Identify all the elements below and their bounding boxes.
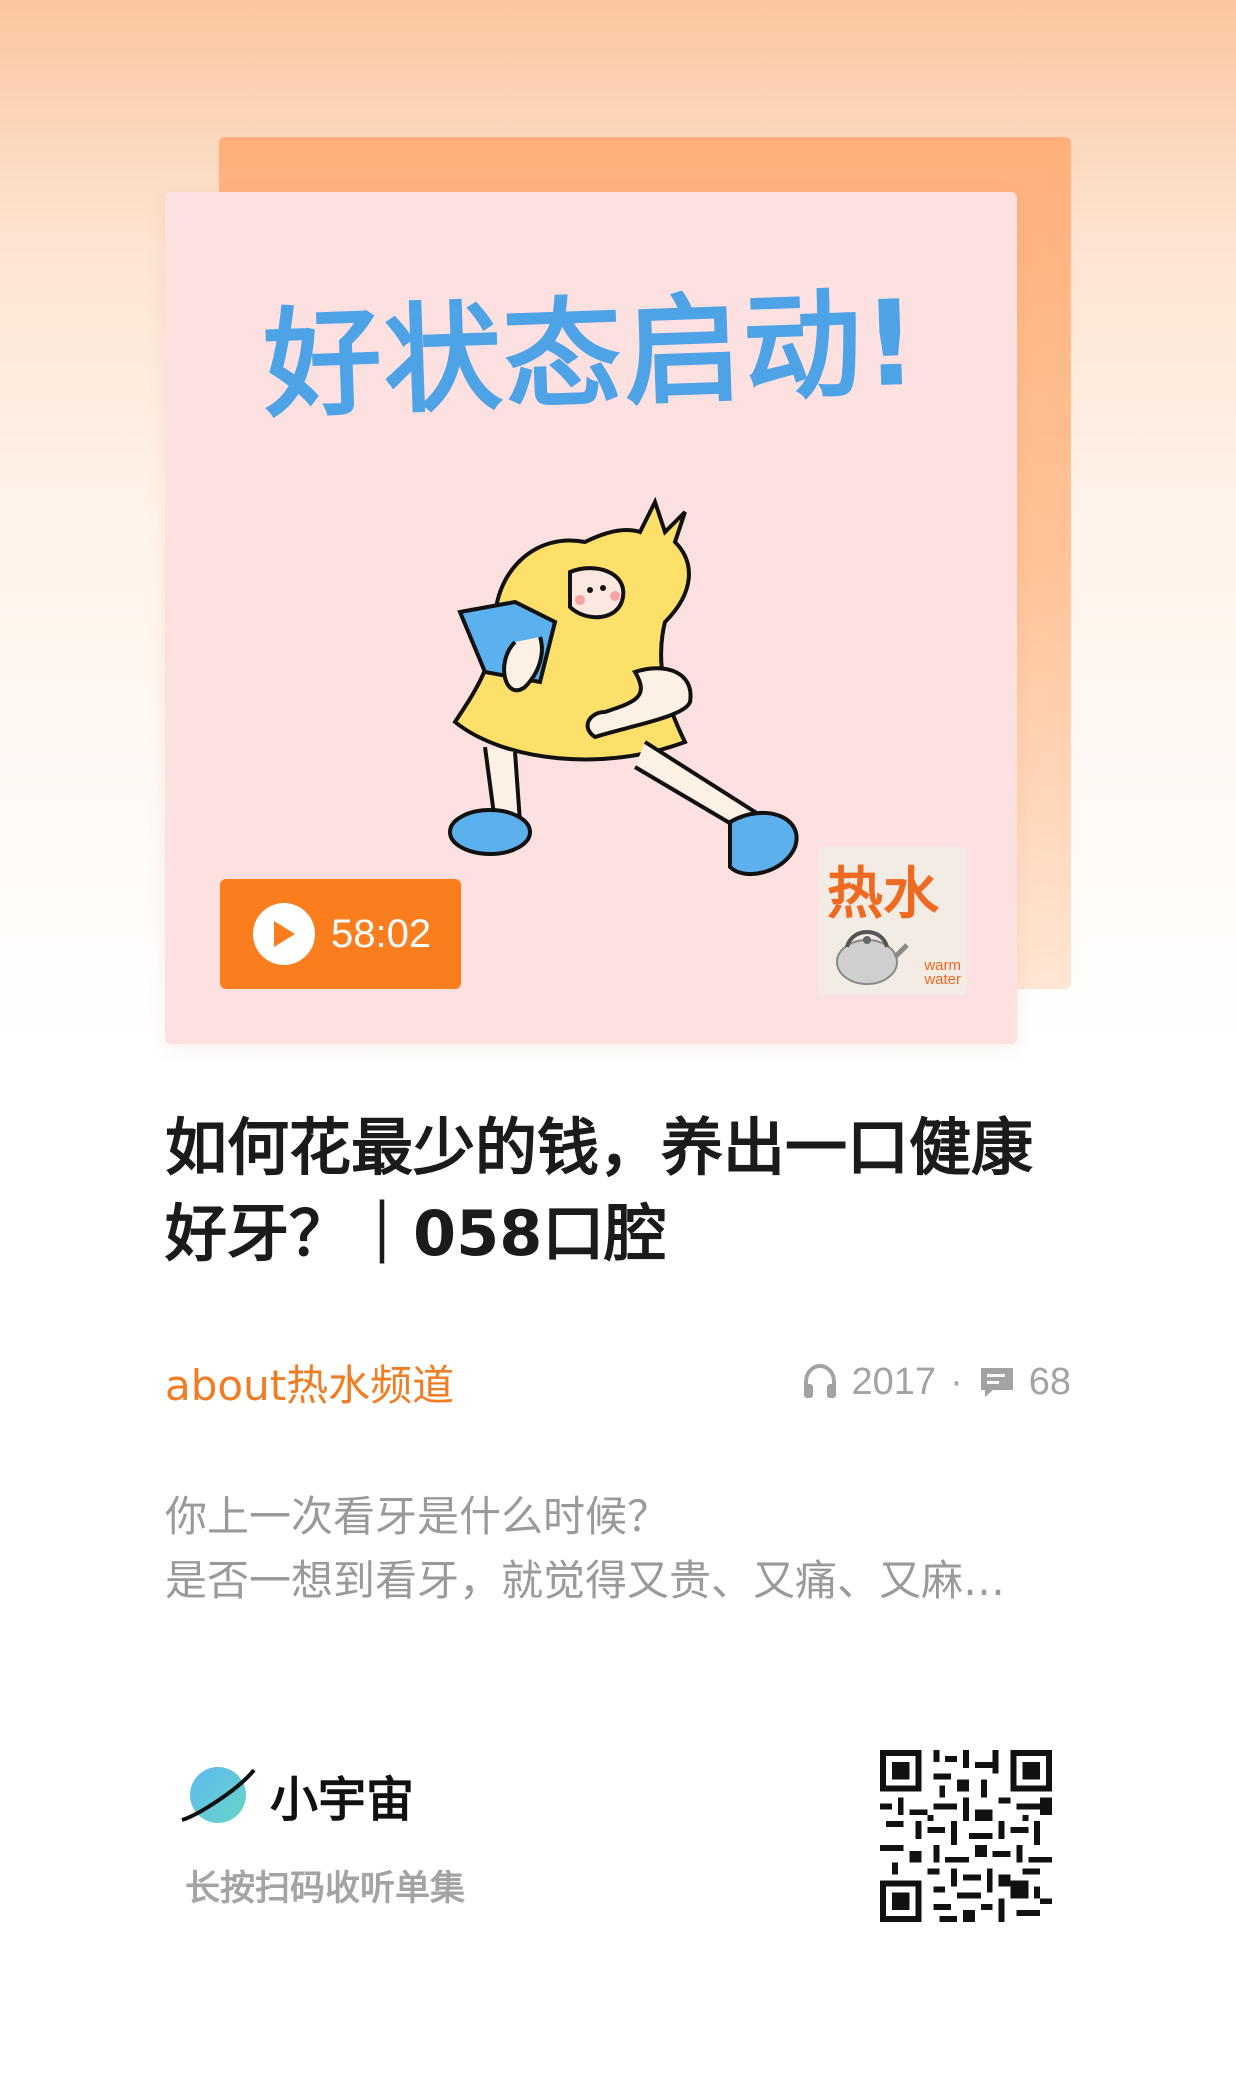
comment-count: 68 — [1028, 1360, 1071, 1403]
description-line: 你上一次看牙是什么时候？ — [165, 1492, 670, 1541]
channel-logo: 热水 warm water — [819, 847, 967, 995]
episode-description: 你上一次看牙是什么时候？ 是否一想到看牙，就觉得又贵、又痛、又麻… — [165, 1485, 1075, 1613]
episode-cover[interactable]: 好状态启动! 58:02 热水 warm water — [165, 192, 1017, 1044]
cover-illustration — [448, 496, 799, 877]
channel-logo-subtitle: warm water — [924, 957, 961, 988]
episode-meta: about热水频道 2017 · 68 — [165, 1352, 1071, 1412]
planet-logo-icon — [181, 1767, 256, 1823]
episode-stats: 2017 · 68 — [800, 1361, 1071, 1404]
description-line: 是否一想到看牙，就觉得又贵、又痛、又麻… — [165, 1556, 1006, 1605]
headphones-icon — [803, 1363, 836, 1398]
episode-duration: 58:02 — [331, 911, 432, 956]
scan-hint: 长按扫码收听单集 — [185, 1869, 466, 1909]
stats-separator: · — [950, 1360, 963, 1403]
play-count: 2017 — [851, 1360, 937, 1403]
play-button[interactable]: 58:02 — [220, 879, 461, 989]
app-brand-name: 小宇宙 — [270, 1772, 415, 1828]
episode-title: 如何花最少的钱，养出一口健康好牙？｜058口腔 — [165, 1111, 1034, 1270]
channel-name[interactable]: about热水频道 — [165, 1352, 454, 1413]
cover-title: 好状态启动! — [261, 273, 922, 435]
play-icon — [253, 903, 315, 965]
kettle-icon — [836, 930, 909, 985]
qr-code[interactable] — [880, 1750, 1052, 1922]
comment-icon — [980, 1368, 1013, 1397]
app-brand: 小宇宙 — [178, 1760, 414, 1830]
